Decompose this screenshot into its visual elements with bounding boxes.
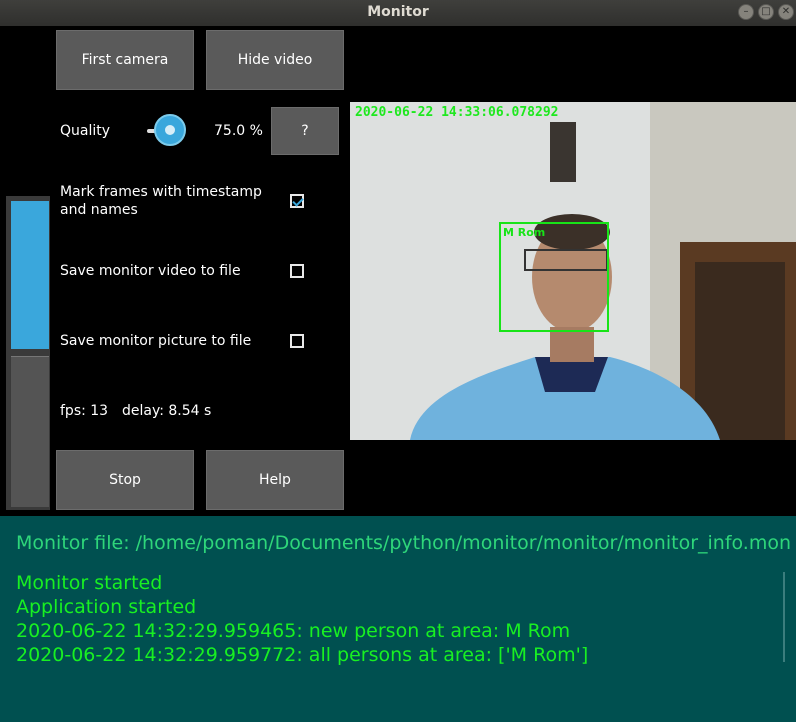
hide-video-button[interactable]: Hide video bbox=[206, 30, 344, 90]
vertical-scale-trough bbox=[11, 356, 49, 507]
close-button[interactable]: ✕ bbox=[778, 4, 794, 20]
save-video-checkbox[interactable] bbox=[290, 264, 304, 278]
save-picture-label: Save monitor picture to file bbox=[60, 333, 252, 349]
log-line: Monitor started bbox=[16, 572, 163, 594]
face-detection-box: M Rom bbox=[499, 222, 609, 332]
log-line: 2020-06-22 14:32:29.959465: new person a… bbox=[16, 620, 571, 642]
save-video-label: Save monitor video to file bbox=[60, 263, 241, 279]
maximize-button[interactable]: □ bbox=[758, 4, 774, 20]
help-button[interactable]: Help bbox=[206, 450, 344, 510]
log-console[interactable]: Monitor file: /home/poman/Documents/pyth… bbox=[0, 516, 796, 722]
fps-readout: fps: 13 bbox=[60, 403, 109, 419]
minimize-button[interactable]: – bbox=[738, 4, 754, 20]
vertical-scale[interactable] bbox=[6, 196, 50, 510]
vertical-scale-fill bbox=[11, 201, 49, 349]
mark-frames-label-line2: and names bbox=[60, 202, 138, 218]
mark-frames-label-line1: Mark frames with timestamp bbox=[60, 184, 262, 200]
mark-frames-checkbox[interactable] bbox=[290, 194, 304, 208]
save-picture-checkbox[interactable] bbox=[290, 334, 304, 348]
log-line: 2020-06-22 14:32:29.959772: all persons … bbox=[16, 644, 589, 666]
quality-label: Quality bbox=[60, 123, 111, 139]
title-bar[interactable]: Monitor – □ ✕ bbox=[0, 0, 796, 26]
frame-timestamp: 2020-06-22 14:33:06.078292 bbox=[355, 105, 559, 120]
first-camera-button[interactable]: First camera bbox=[56, 30, 194, 90]
quality-value: 75.0 % bbox=[214, 123, 263, 139]
mark-frames-label: Mark frames with timestamp and names bbox=[60, 183, 262, 219]
quality-help-button[interactable]: ? bbox=[271, 107, 339, 155]
face-label: M Rom bbox=[503, 226, 546, 239]
monitor-file-path: Monitor file: /home/poman/Documents/pyth… bbox=[16, 532, 792, 554]
video-feed: 2020-06-22 14:33:06.078292 M Rom bbox=[350, 102, 796, 440]
log-line: Application started bbox=[16, 596, 197, 618]
stop-button[interactable]: Stop bbox=[56, 450, 194, 510]
quality-slider-handle[interactable] bbox=[154, 114, 186, 146]
console-scrollbar[interactable] bbox=[783, 572, 785, 662]
window-title: Monitor bbox=[367, 4, 429, 20]
delay-readout: delay: 8.54 s bbox=[122, 403, 212, 419]
